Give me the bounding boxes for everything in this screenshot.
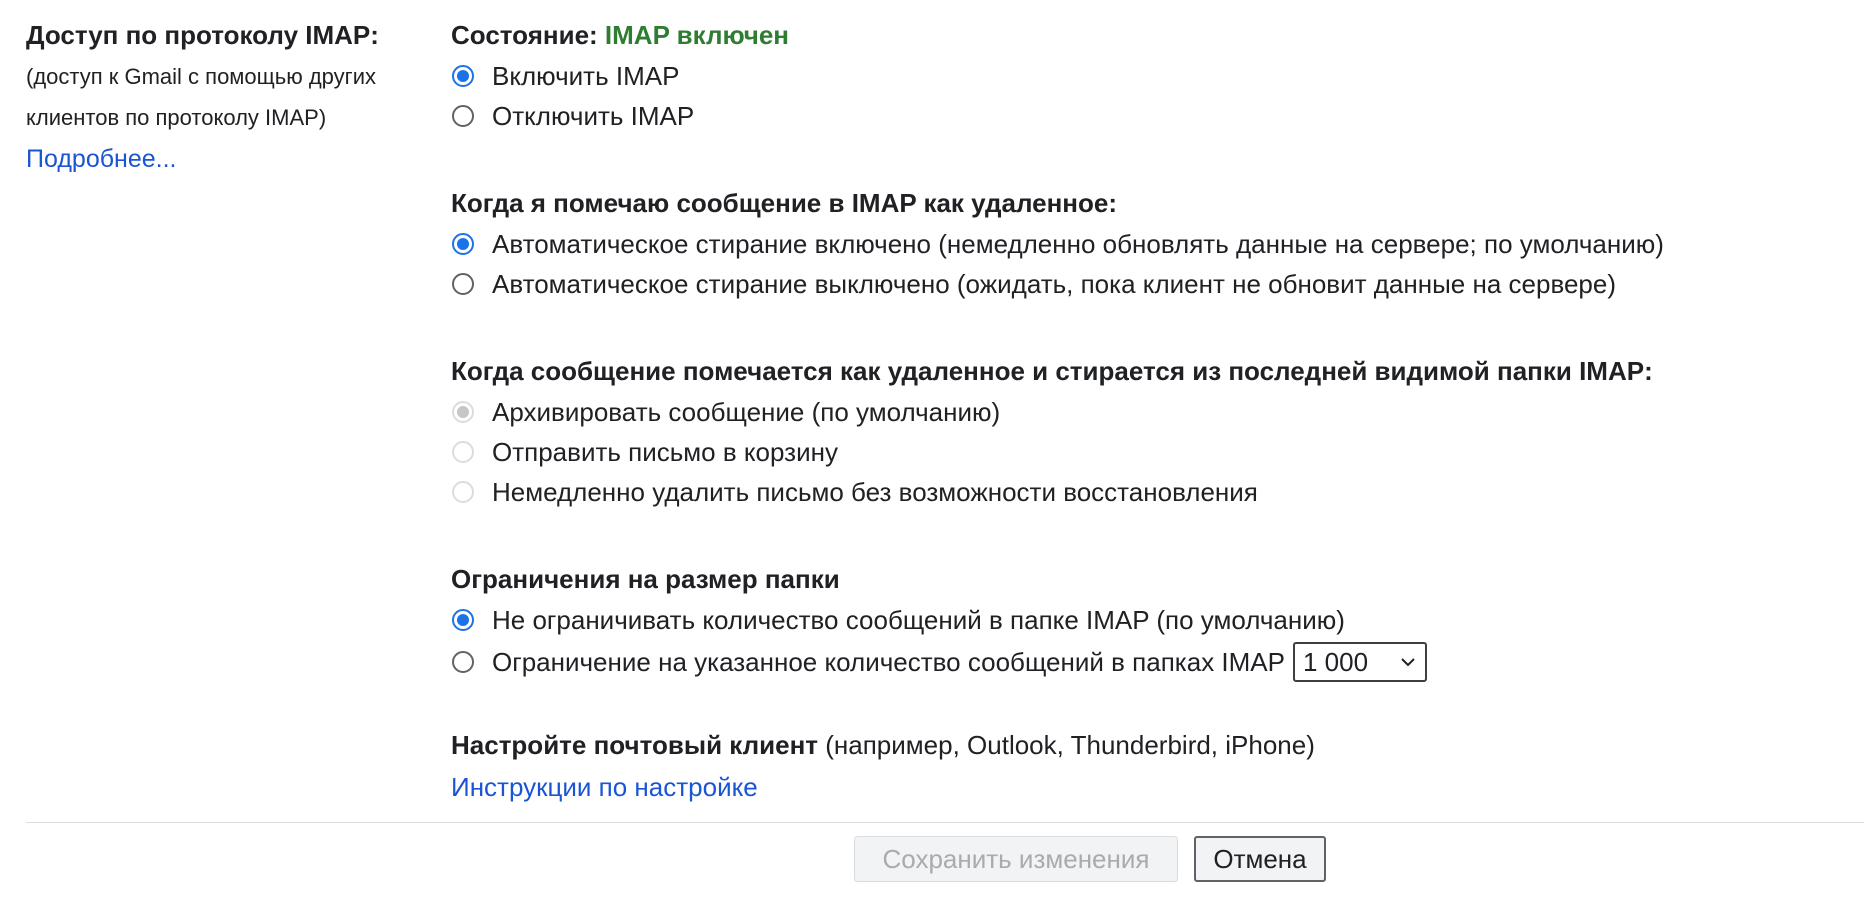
archive-message-label: Архивировать сообщение (по умолчанию) xyxy=(492,396,1001,427)
limit-option[interactable]: Ограничение на указанное количество сооб… xyxy=(451,640,1851,684)
auto-expunge-on-label[interactable]: Автоматическое стирание включено (немедл… xyxy=(492,229,1664,260)
deleted-action-group: Когда сообщение помечается как удаленное… xyxy=(451,350,1851,512)
client-setup-group: Настройте почтовый клиент (например, Out… xyxy=(451,724,1851,808)
client-setup-text: Настройте почтовый клиент (например, Out… xyxy=(451,724,1851,766)
imap-toggle-group: Включить IMAP Отключить IMAP xyxy=(451,56,1851,136)
move-to-trash-option: Отправить письмо в корзину xyxy=(451,432,1851,472)
status-label: Состояние: xyxy=(451,20,598,50)
no-limit-radio[interactable] xyxy=(452,609,474,631)
no-limit-label[interactable]: Не ограничивать количество сообщений в п… xyxy=(492,605,1345,636)
setup-instructions-link[interactable]: Инструкции по настройке xyxy=(451,772,758,802)
imap-description-line2: клиентов по протоколу IMAP) xyxy=(26,105,327,130)
auto-expunge-off-option[interactable]: Автоматическое стирание выключено (ожида… xyxy=(451,264,1851,304)
imap-settings-panel: Состояние: IMAP включен Включить IMAP От… xyxy=(451,14,1851,808)
enable-imap-option[interactable]: Включить IMAP xyxy=(451,56,1851,96)
archive-message-radio xyxy=(452,401,474,423)
deleted-action-heading: Когда сообщение помечается как удаленное… xyxy=(451,356,1653,386)
expunge-heading: Когда я помечаю сообщение в IMAP как уда… xyxy=(451,188,1117,218)
disable-imap-option[interactable]: Отключить IMAP xyxy=(451,96,1851,136)
delete-forever-radio xyxy=(452,481,474,503)
auto-expunge-on-option[interactable]: Автоматическое стирание включено (немедл… xyxy=(451,224,1851,264)
imap-description-line1: (доступ к Gmail с помощью других xyxy=(26,64,376,89)
auto-expunge-off-radio[interactable] xyxy=(452,273,474,295)
imap-status: Состояние: IMAP включен xyxy=(451,14,1851,56)
footer-buttons: Сохранить изменения Отмена xyxy=(854,836,1326,882)
enable-imap-radio[interactable] xyxy=(452,65,474,87)
cancel-button[interactable]: Отмена xyxy=(1194,836,1326,882)
client-setup-examples: (например, Outlook, Thunderbird, iPhone) xyxy=(818,730,1315,760)
folder-limits-group: Ограничения на размер папки Не ограничив… xyxy=(451,558,1851,684)
expunge-group: Когда я помечаю сообщение в IMAP как уда… xyxy=(451,182,1851,304)
imap-section-label: Доступ по протоколу IMAP: (доступ к Gmai… xyxy=(26,14,426,180)
auto-expunge-on-radio[interactable] xyxy=(452,233,474,255)
status-value: IMAP включен xyxy=(604,20,789,50)
limit-label[interactable]: Ограничение на указанное количество сооб… xyxy=(492,647,1285,678)
delete-forever-option: Немедленно удалить письмо без возможност… xyxy=(451,472,1851,512)
imap-section-title: Доступ по протоколу IMAP: xyxy=(26,20,379,50)
folder-limits-heading: Ограничения на размер папки xyxy=(451,564,840,594)
disable-imap-radio[interactable] xyxy=(452,105,474,127)
delete-forever-label: Немедленно удалить письмо без возможност… xyxy=(492,476,1258,507)
auto-expunge-off-label[interactable]: Автоматическое стирание выключено (ожида… xyxy=(492,269,1616,300)
limit-count-value: 1 000 xyxy=(1303,646,1369,677)
no-limit-option[interactable]: Не ограничивать количество сообщений в п… xyxy=(451,600,1851,640)
disable-imap-label[interactable]: Отключить IMAP xyxy=(492,101,694,132)
limit-radio[interactable] xyxy=(452,651,474,673)
client-setup-bold: Настройте почтовый клиент xyxy=(451,730,819,760)
move-to-trash-radio xyxy=(452,441,474,463)
chevron-down-icon xyxy=(1401,658,1415,667)
footer-divider xyxy=(26,822,1864,823)
archive-message-option: Архивировать сообщение (по умолчанию) xyxy=(451,392,1851,432)
learn-more-link[interactable]: Подробнее... xyxy=(26,145,177,173)
enable-imap-label[interactable]: Включить IMAP xyxy=(492,61,679,92)
move-to-trash-label: Отправить письмо в корзину xyxy=(492,436,838,467)
limit-count-select[interactable]: 1 000 xyxy=(1293,642,1427,682)
save-changes-button[interactable]: Сохранить изменения xyxy=(854,836,1178,882)
